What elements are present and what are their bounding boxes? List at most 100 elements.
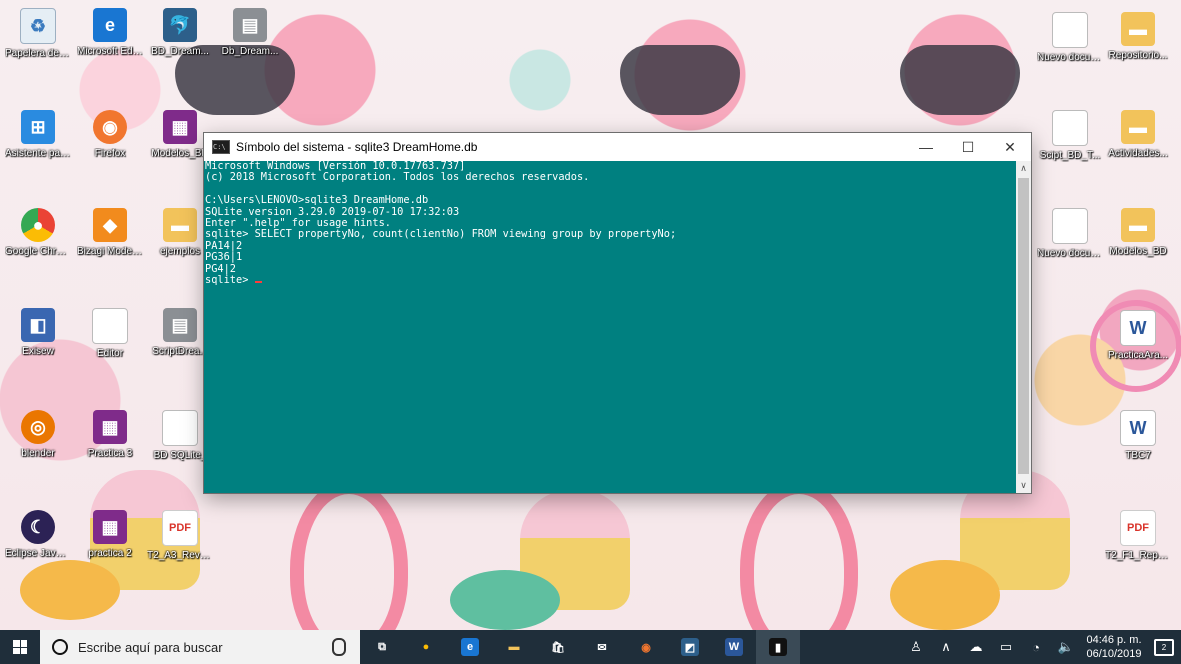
desktop-icon-label: TBC7 [1125,450,1151,461]
mail-glyph: ✉ [597,641,607,654]
document-icon [1052,110,1088,146]
desktop-icon-label: BD_Dream... [151,46,209,57]
left-desktop-icon[interactable]: ▦ practica 2 [77,510,143,560]
folder-icon: ▬ [1121,12,1155,46]
chrome-icon: ● [21,208,55,242]
left-desktop-icon[interactable]: e Microsoft Edge [77,8,143,58]
firefox-taskbar-glyph: ◉ [641,641,651,654]
microphone-icon[interactable] [332,638,346,656]
console-line: PA14|2 [205,239,243,252]
right-desktop-icon[interactable]: ▬ Modelos_BD [1105,208,1171,258]
desktop-icon-label: Microsoft Edge [77,46,143,57]
desktop-icon-label: PracticaAra... [1107,350,1169,361]
left-desktop-icon[interactable]: ◎ blender [5,410,71,460]
document-icon [1052,12,1088,48]
word-taskbar-icon[interactable]: W [712,630,756,664]
clock-time: 04:46 p. m. [1086,634,1142,646]
command-prompt-taskbar-glyph: ▮ [769,638,787,656]
action-center-button[interactable]: 2 [1147,638,1181,656]
right-desktop-icon[interactable]: ▬ Repositorio... [1105,12,1171,62]
start-button[interactable] [0,630,40,664]
store-icon[interactable]: 🛍 [536,630,580,664]
right-desktop-icon[interactable]: Scipt_BD_T... [1037,110,1103,162]
onedrive-icon[interactable]: ☁ [961,639,991,655]
desktop-icon-label: Nuevo documen... [1037,52,1103,63]
recycle-bin-icon: ♻ [20,8,56,44]
right-desktop-icon[interactable]: W TBC7 [1105,410,1171,462]
taskbar-search-box[interactable]: Escribe aquí para buscar [40,630,360,664]
command-prompt-window[interactable]: C:\ Símbolo del sistema - sqlite3 DreamH… [204,133,1031,493]
minimize-button[interactable]: — [905,133,947,161]
close-button[interactable]: ✕ [989,133,1031,161]
left-desktop-icon[interactable]: 🐬 BD_Dream... [147,8,213,58]
wallpaper-flamingo [740,480,858,630]
desktop-icon-label: Editor [96,348,124,359]
show-hidden-icons-button[interactable]: ∧ [931,639,961,655]
vertical-scrollbar[interactable]: ∧ ∨ [1016,161,1031,493]
taskbar: Escribe aquí para buscar ⧉ ● e ▬ 🛍 ✉ ◉ ◩ W ▮ ♙ ∧ … [0,630,1181,664]
left-desktop-icon[interactable]: ☾ Eclipse Java 2019-06 [5,510,71,560]
mail-icon[interactable]: ✉ [580,630,624,664]
chrome-taskbar-icon[interactable]: ● [404,630,448,664]
command-prompt-icon: C:\ [212,140,230,154]
scroll-down-button[interactable]: ∨ [1016,478,1031,493]
people-icon[interactable]: ♙ [901,639,931,655]
desktop-icon-label: Google Chrome [5,246,71,257]
word-icon: W [1120,410,1156,446]
task-view-icon[interactable]: ⧉ [360,630,404,664]
notifications-icon: 2 [1154,638,1174,656]
app-icon: ◧ [21,308,55,342]
desktop-icon-label: practica 2 [88,548,132,559]
console-line: C:\Users\LENOVO>sqlite3 DreamHome.db [205,194,429,207]
pdf-icon: PDF [1120,510,1156,546]
left-desktop-icon[interactable]: ◆ Bizagi Modeler [77,208,143,258]
mysql-workbench-taskbar-glyph: ◩ [681,638,699,656]
left-desktop-icon[interactable]: ▦ Practica 3 [77,410,143,460]
file-explorer-icon[interactable]: ▬ [492,630,536,664]
left-desktop-icon[interactable]: ♻ Papelera de reciclaje [5,8,71,60]
wifi-icon[interactable]: ◔ [1021,640,1051,655]
firefox-icon: ◉ [93,110,127,144]
desktop-icon-label: Actividades... [1108,148,1168,159]
left-desktop-icon[interactable]: ● Google Chrome [5,208,71,258]
console-line: SQLite version 3.29.0 2019-07-10 17:32:0… [205,205,460,218]
notepad-icon [92,308,128,344]
desktop-icon-label: Asistente para actual... [5,148,71,159]
battery-icon[interactable]: ▭ [991,639,1021,655]
desktop-icon-label: Practica 3 [87,448,133,459]
desktop-icon-label: Db_Dream... [221,46,279,57]
left-desktop-icon[interactable]: PDF T2_A3_Reve... [147,510,213,562]
left-desktop-icon[interactable]: ▤ Db_Dream... [217,8,283,58]
maximize-button[interactable]: ☐ [947,133,989,161]
volume-icon[interactable]: 🔈 [1051,639,1081,655]
right-desktop-icon[interactable]: Nuevo documen... [1037,208,1103,260]
right-desktop-icon[interactable]: PDF T2_F1_Repo... [1105,510,1171,562]
right-desktop-icon[interactable]: Nuevo documen... [1037,12,1103,64]
desktop-icon-label: Papelera de reciclaje [5,48,71,59]
desktop-icon-label: Modelos_BD [1109,246,1167,257]
clock[interactable]: 04:46 p. m. 06/10/2019 [1081,633,1147,661]
console-output[interactable]: Microsoft Windows [Versión 10.0.17763.73… [204,161,1016,493]
wallpaper-sunglasses [620,45,740,115]
edge-taskbar-icon[interactable]: e [448,630,492,664]
left-desktop-icon[interactable]: ◧ Exisew [5,308,71,358]
mysql-workbench-taskbar-icon[interactable]: ◩ [668,630,712,664]
scrollbar-thumb[interactable] [1018,178,1029,474]
command-prompt-taskbar-icon[interactable]: ▮ [756,630,800,664]
desktop-icon-label: Bizagi Modeler [77,246,143,257]
firefox-taskbar-icon[interactable]: ◉ [624,630,668,664]
desktop-icon-label: blender [21,448,55,459]
winrar-icon: ▦ [163,110,197,144]
scroll-up-button[interactable]: ∧ [1016,161,1031,176]
eclipse-icon: ☾ [21,510,55,544]
desktop-icon-label: T2_A3_Reve... [147,550,213,561]
window-titlebar[interactable]: C:\ Símbolo del sistema - sqlite3 DreamH… [204,133,1031,161]
right-desktop-icon[interactable]: W PracticaAra... [1105,310,1171,362]
left-desktop-icon[interactable]: Editor [77,308,143,360]
desktop-icon-label: Firefox [94,148,126,159]
left-desktop-icon[interactable]: ◉ Firefox [77,110,143,160]
document-icon [1052,208,1088,244]
left-desktop-icon[interactable]: ⊞ Asistente para actual... [5,110,71,160]
right-desktop-icon[interactable]: ▬ Actividades... [1105,110,1171,160]
pdf-icon: PDF [162,510,198,546]
